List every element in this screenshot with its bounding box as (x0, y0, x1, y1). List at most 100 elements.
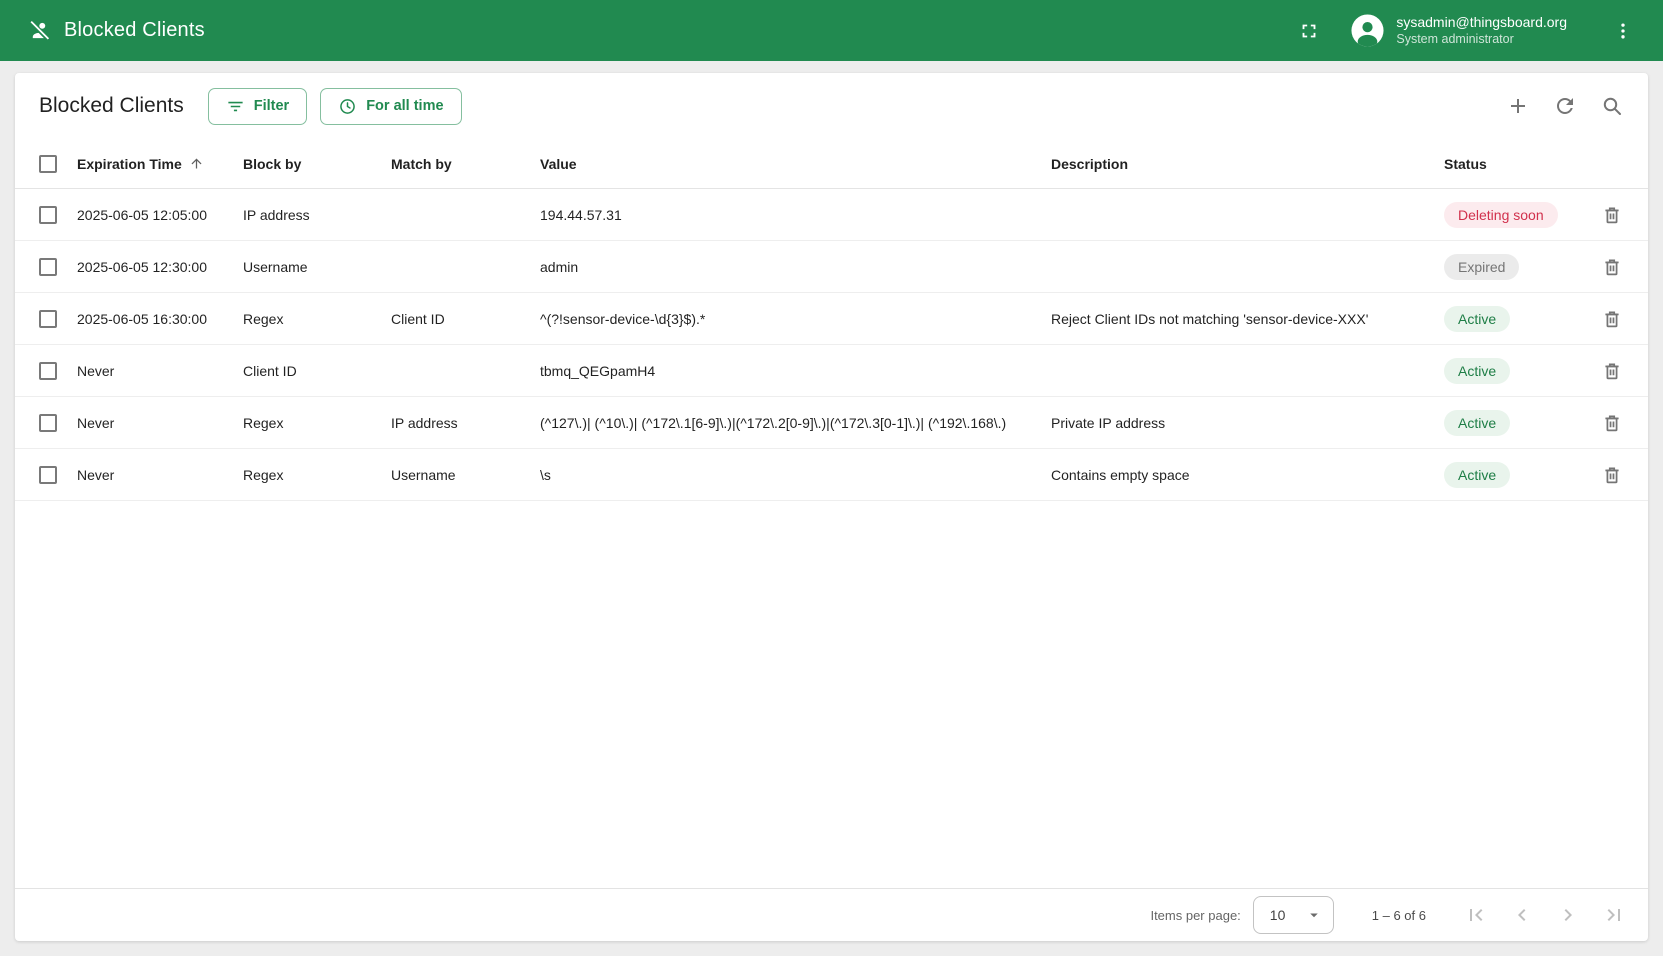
items-per-page-select[interactable]: 10 (1253, 896, 1334, 934)
table-row[interactable]: Never Regex Username \s Contains empty s… (15, 449, 1648, 501)
cell-block-by: Regex (243, 467, 391, 483)
trash-icon (1601, 256, 1623, 278)
table-row[interactable]: 2025-06-05 12:05:00 IP address 194.44.57… (15, 189, 1648, 241)
cell-match-by: Client ID (391, 311, 540, 327)
status-badge: Expired (1444, 254, 1519, 280)
cell-match-by: IP address (391, 415, 540, 431)
first-page-button[interactable] (1456, 895, 1496, 935)
cell-expiration-time: Never (77, 415, 243, 431)
user-role: System administrator (1396, 31, 1567, 47)
column-header-label: Value (540, 156, 577, 172)
last-page-button[interactable] (1594, 895, 1634, 935)
row-checkbox[interactable] (39, 206, 57, 224)
row-checkbox[interactable] (39, 466, 57, 484)
column-header-value[interactable]: Value (540, 156, 1051, 172)
cell-value: tbmq_QEGpamH4 (540, 363, 1051, 379)
chevron-left-icon (1510, 903, 1534, 927)
items-per-page-label: Items per page: (1150, 908, 1240, 923)
delete-row-button[interactable] (1592, 351, 1632, 391)
cell-block-by: Regex (243, 415, 391, 431)
delete-row-button[interactable] (1592, 195, 1632, 235)
time-range-button[interactable]: For all time (320, 88, 461, 125)
avatar (1350, 13, 1385, 48)
filter-button[interactable]: Filter (208, 88, 307, 125)
delete-row-button[interactable] (1592, 299, 1632, 339)
cell-block-by: IP address (243, 207, 391, 223)
clock-icon (338, 97, 357, 116)
cell-description: Private IP address (1051, 415, 1444, 431)
trash-icon (1601, 412, 1623, 434)
user-email: sysadmin@thingsboard.org (1396, 13, 1567, 31)
last-page-icon (1602, 903, 1626, 927)
cell-value: (^127\.)| (^10\.)| (^172\.1[6-9]\.)|(^17… (540, 415, 1051, 431)
trash-icon (1601, 204, 1623, 226)
cell-expiration-time: Never (77, 467, 243, 483)
time-range-button-label: For all time (366, 98, 443, 114)
cell-value: admin (540, 259, 1051, 275)
column-header-match-by[interactable]: Match by (391, 156, 540, 172)
cell-value: ^(?!sensor-device-\d{3}$).* (540, 311, 1051, 327)
trash-icon (1601, 464, 1623, 486)
column-header-description[interactable]: Description (1051, 156, 1444, 172)
column-header-label: Description (1051, 156, 1128, 172)
page-range-label: 1 – 6 of 6 (1372, 908, 1426, 923)
column-header-expiration-time[interactable]: Expiration Time (77, 156, 243, 172)
table-row[interactable]: 2025-06-05 16:30:00 Regex Client ID ^(?!… (15, 293, 1648, 345)
status-badge: Active (1444, 358, 1510, 384)
cell-description: Reject Client IDs not matching 'sensor-d… (1051, 311, 1444, 327)
column-header-status[interactable]: Status (1444, 156, 1576, 172)
items-per-page-value: 10 (1270, 907, 1286, 923)
table-row[interactable]: 2025-06-05 12:30:00 Username admin Expir… (15, 241, 1648, 293)
trash-icon (1601, 308, 1623, 330)
plus-icon (1506, 94, 1530, 118)
status-badge: Active (1444, 410, 1510, 436)
delete-row-button[interactable] (1592, 455, 1632, 495)
previous-page-button[interactable] (1502, 895, 1542, 935)
chevron-right-icon (1556, 903, 1580, 927)
row-checkbox[interactable] (39, 414, 57, 432)
status-badge: Active (1444, 462, 1510, 488)
refresh-icon (1553, 94, 1577, 118)
table-header-row: Expiration Time Block by Match by Value … (15, 139, 1648, 189)
column-header-block-by[interactable]: Block by (243, 156, 391, 172)
search-button[interactable] (1592, 86, 1632, 126)
cell-expiration-time: 2025-06-05 12:05:00 (77, 207, 243, 223)
table-empty-space (15, 501, 1648, 888)
next-page-button[interactable] (1548, 895, 1588, 935)
chevron-down-icon (1305, 906, 1323, 924)
fullscreen-button[interactable] (1290, 12, 1328, 50)
top-app-bar: Blocked Clients sysadmin@thingsboard.org… (0, 0, 1663, 61)
user-menu[interactable]: sysadmin@thingsboard.org System administ… (1350, 13, 1567, 48)
trash-icon (1601, 360, 1623, 382)
delete-row-button[interactable] (1592, 247, 1632, 287)
first-page-icon (1464, 903, 1488, 927)
cell-description: Contains empty space (1051, 467, 1444, 483)
refresh-button[interactable] (1545, 86, 1585, 126)
status-badge: Deleting soon (1444, 202, 1558, 228)
cell-block-by: Client ID (243, 363, 391, 379)
delete-row-button[interactable] (1592, 403, 1632, 443)
column-header-label: Status (1444, 156, 1487, 172)
sort-asc-arrow-icon (189, 156, 204, 171)
cell-value: \s (540, 467, 1051, 483)
fullscreen-icon (1298, 20, 1320, 42)
row-checkbox[interactable] (39, 362, 57, 380)
cell-expiration-time: 2025-06-05 12:30:00 (77, 259, 243, 275)
row-checkbox[interactable] (39, 310, 57, 328)
more-menu-button[interactable] (1605, 13, 1641, 49)
filter-list-icon (226, 97, 245, 116)
filter-button-label: Filter (254, 98, 289, 114)
blocked-clients-card: Blocked Clients Filter For all time (15, 73, 1648, 941)
table-row[interactable]: Never Regex IP address (^127\.)| (^10\.)… (15, 397, 1648, 449)
select-all-checkbox[interactable] (39, 155, 57, 173)
add-blocked-client-button[interactable] (1498, 86, 1538, 126)
page-title: Blocked Clients (64, 19, 205, 42)
table-row[interactable]: Never Client ID tbmq_QEGpamH4 Active (15, 345, 1648, 397)
row-checkbox[interactable] (39, 258, 57, 276)
more-vert-icon (1613, 21, 1633, 41)
cell-match-by: Username (391, 467, 540, 483)
search-icon (1600, 94, 1624, 118)
person-off-icon (28, 19, 51, 42)
table-toolbar: Blocked Clients Filter For all time (15, 73, 1648, 139)
cell-expiration-time: 2025-06-05 16:30:00 (77, 311, 243, 327)
